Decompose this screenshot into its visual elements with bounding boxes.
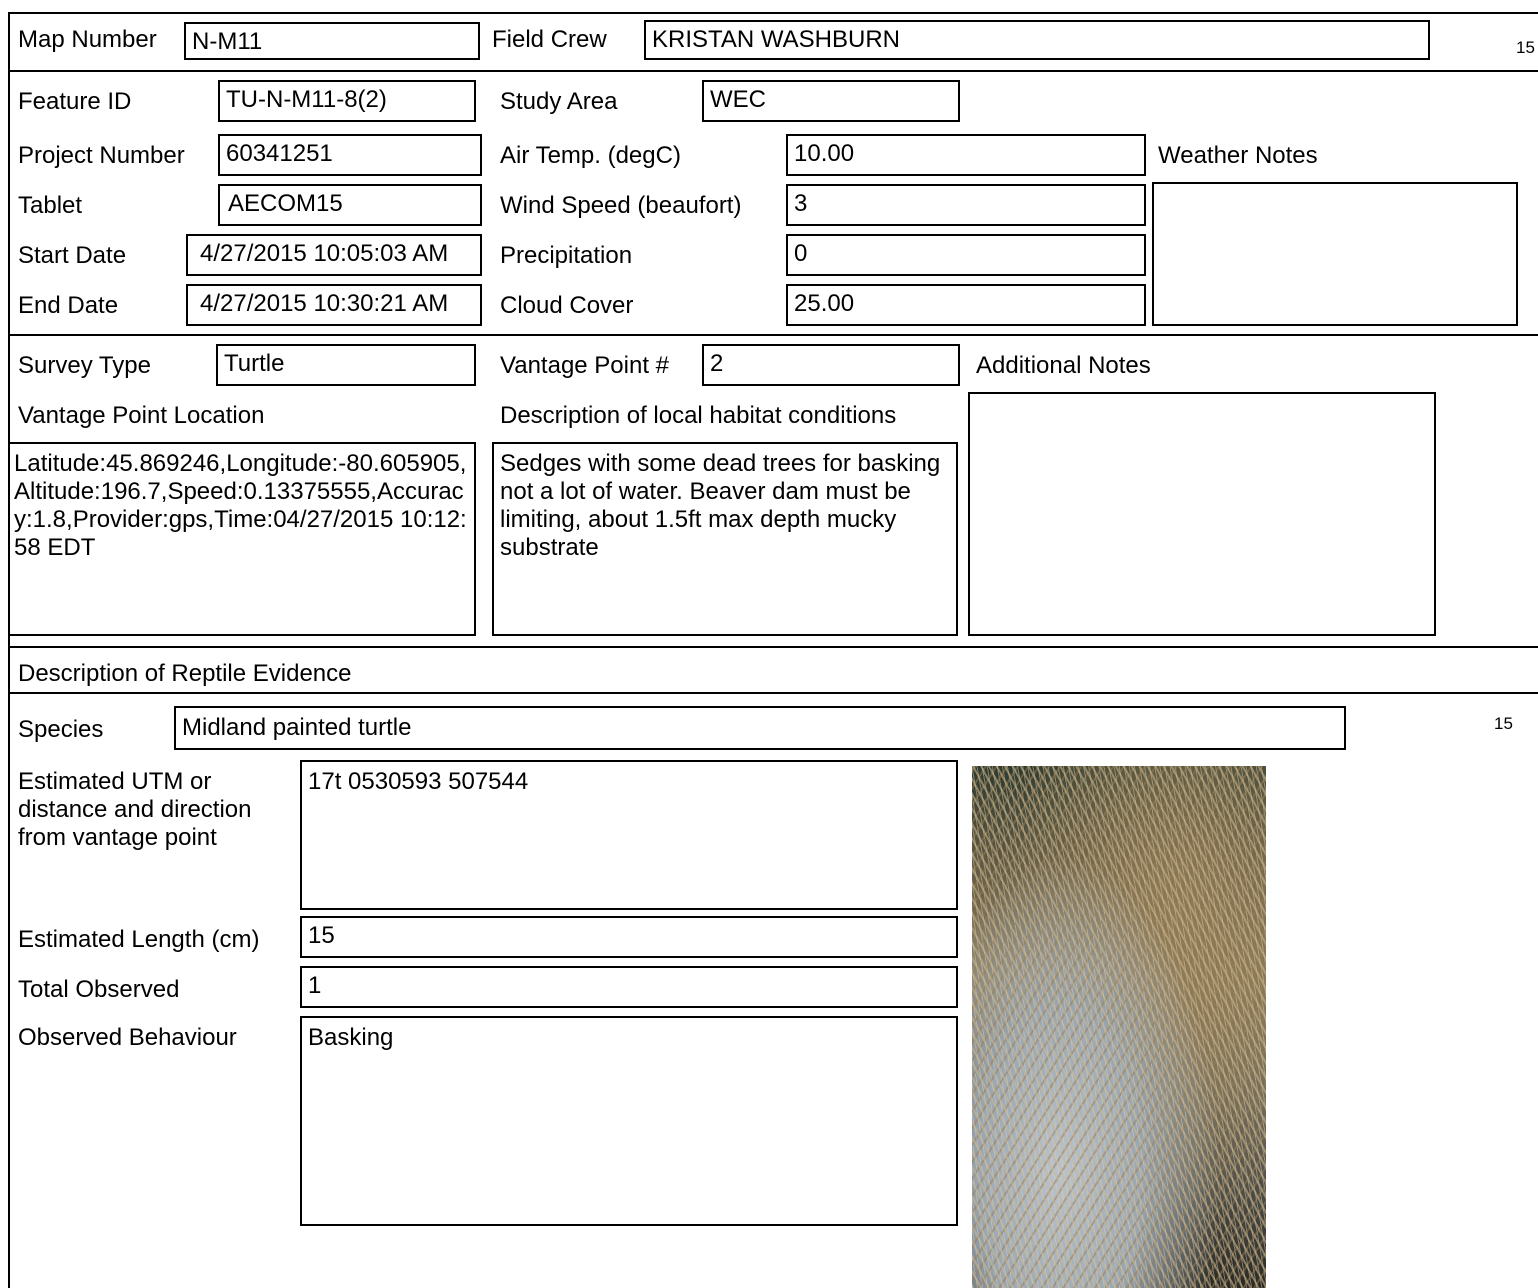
study-area-label: Study Area	[500, 88, 618, 115]
cloud-cover-value: 25.00	[794, 290, 855, 317]
utm-label: Estimated UTM or distance and direction …	[18, 768, 251, 852]
utm-label-line-1: Estimated UTM or	[18, 768, 212, 795]
weather-notes-field	[1152, 182, 1518, 326]
vantage-point-label: Vantage Point #	[500, 352, 670, 379]
utm-label-line-3: from vantage point	[18, 824, 217, 851]
weather-notes-value	[1154, 184, 1516, 190]
cloud-cover-label: Cloud Cover	[500, 292, 634, 319]
feature-id-value: TU-N-M11-8(2)	[226, 86, 387, 113]
species-field: Midland painted turtle	[174, 706, 1346, 750]
behaviour-value: Basking	[308, 1024, 394, 1051]
additional-notes-field	[968, 392, 1436, 636]
project-number-label: Project Number	[18, 142, 185, 169]
wind-speed-value: 3	[794, 190, 808, 217]
length-field: 15	[300, 916, 958, 958]
air-temp-label: Air Temp. (degC)	[500, 142, 681, 169]
survey-type-label: Survey Type	[18, 352, 151, 379]
habitat-field: Sedges with some dead trees for basking …	[492, 442, 958, 636]
field-crew-value: KRISTAN WASHBURN	[652, 26, 901, 53]
page-marker: 15	[1516, 38, 1535, 57]
study-area-field: WEC	[702, 80, 960, 122]
utm-label-line-2: distance and direction	[18, 796, 252, 823]
tablet-label: Tablet	[18, 192, 83, 219]
map-number-field: N-M11	[184, 22, 480, 60]
utm-field: 17t 0530593 507544	[300, 760, 958, 910]
behaviour-label: Observed Behaviour	[18, 1024, 237, 1051]
start-date-value: 4/27/2015 10:05:03 AM	[200, 240, 449, 267]
weather-notes-label: Weather Notes	[1158, 142, 1318, 169]
precipitation-value: 0	[794, 240, 808, 267]
start-date-label: Start Date	[18, 242, 127, 269]
section-divider-3	[8, 646, 1538, 648]
wind-speed-field: 3	[786, 184, 1146, 226]
vantage-location-value: Latitude:45.869246,Longitude:-80.605905,…	[14, 450, 467, 561]
precipitation-field: 0	[786, 234, 1146, 276]
field-crew-label: Field Crew	[492, 26, 607, 53]
study-area-value: WEC	[710, 86, 766, 113]
habitat-value: Sedges with some dead trees for basking …	[500, 450, 941, 561]
end-date-value: 4/27/2015 10:30:21 AM	[200, 290, 449, 317]
vantage-point-field: 2	[702, 344, 960, 386]
section-divider-4	[8, 692, 1538, 694]
total-observed-label: Total Observed	[18, 976, 180, 1003]
project-number-value: 60341251	[226, 140, 333, 167]
utm-value: 17t 0530593 507544	[308, 768, 529, 795]
end-date-label: End Date	[18, 292, 119, 319]
tablet-value: AECOM15	[228, 190, 343, 217]
section-divider-1	[8, 70, 1538, 72]
record-marker: 15	[1494, 714, 1513, 733]
frame-left-line	[8, 12, 10, 1288]
frame-top-line	[8, 12, 1538, 14]
species-value: Midland painted turtle	[182, 714, 412, 741]
length-label: Estimated Length (cm)	[18, 926, 260, 953]
length-value: 15	[308, 922, 335, 949]
additional-notes-value	[970, 394, 1434, 400]
feature-id-label: Feature ID	[18, 88, 132, 115]
project-number-field: 60341251	[218, 134, 482, 176]
end-date-field: 4/27/2015 10:30:21 AM	[186, 284, 482, 326]
additional-notes-label: Additional Notes	[976, 352, 1151, 379]
behaviour-field: Basking	[300, 1016, 958, 1226]
wind-speed-label: Wind Speed (beaufort)	[500, 192, 742, 219]
start-date-field: 4/27/2015 10:05:03 AM	[186, 234, 482, 276]
survey-type-value: Turtle	[224, 350, 285, 377]
vantage-location-field: Latitude:45.869246,Longitude:-80.605905,…	[8, 442, 476, 636]
vantage-point-value: 2	[710, 350, 724, 377]
habitat-label: Description of local habitat conditions	[500, 402, 897, 429]
feature-id-field: TU-N-M11-8(2)	[218, 80, 476, 122]
field-crew-field: KRISTAN WASHBURN	[644, 20, 1430, 60]
cloud-cover-field: 25.00	[786, 284, 1146, 326]
evidence-photo	[972, 766, 1266, 1288]
total-observed-field: 1	[300, 966, 958, 1008]
map-number-label: Map Number	[18, 26, 157, 53]
section-divider-2	[8, 334, 1538, 336]
tablet-field: AECOM15	[218, 184, 482, 226]
map-number-value: N-M11	[192, 28, 263, 55]
air-temp-field: 10.00	[786, 134, 1146, 176]
air-temp-value: 10.00	[794, 140, 855, 167]
precipitation-label: Precipitation	[500, 242, 633, 269]
total-observed-value: 1	[308, 972, 322, 999]
evidence-section-label: Description of Reptile Evidence	[18, 660, 352, 687]
species-label: Species	[18, 716, 104, 743]
vantage-location-label: Vantage Point Location	[18, 402, 265, 429]
survey-type-field: Turtle	[216, 344, 476, 386]
